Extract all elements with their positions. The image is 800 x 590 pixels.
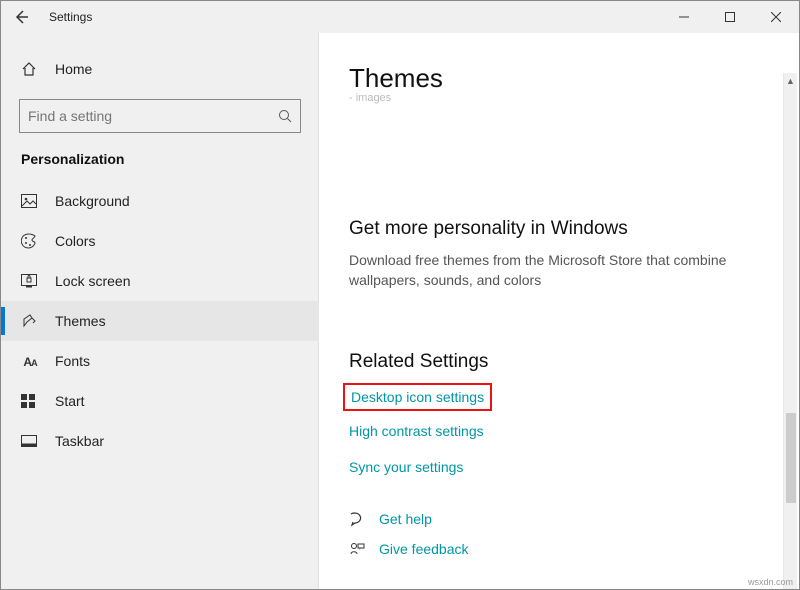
sidebar-item-lock-screen[interactable]: Lock screen — [1, 261, 319, 301]
scrollbar-thumb[interactable] — [786, 413, 796, 503]
themes-icon — [21, 313, 39, 329]
link-sync-your-settings[interactable]: Sync your settings — [349, 459, 463, 475]
search-icon — [278, 109, 292, 123]
window-title: Settings — [41, 10, 92, 24]
link-desktop-icon-settings[interactable]: Desktop icon settings — [343, 383, 492, 411]
home-icon — [21, 61, 39, 77]
home-label: Home — [55, 61, 92, 77]
title-bar: Settings — [1, 1, 799, 33]
scroll-up-arrow-icon[interactable]: ▲ — [784, 73, 797, 89]
main-content: Themes - images Get more personality in … — [319, 33, 799, 589]
subtle-images-text: - images — [349, 92, 769, 104]
getmore-body: Download free themes from the Microsoft … — [349, 250, 749, 291]
page-title: Themes — [349, 63, 769, 94]
getmore-heading: Get more personality in Windows — [349, 218, 769, 240]
back-arrow-icon — [13, 9, 29, 25]
maximize-icon — [725, 12, 735, 22]
sidebar-item-label: Colors — [55, 233, 95, 249]
get-help-link[interactable]: Get help — [349, 511, 769, 527]
sidebar-item-taskbar[interactable]: Taskbar — [1, 421, 319, 461]
settings-window: Settings Home — [0, 0, 800, 590]
taskbar-icon — [21, 435, 39, 447]
window-body: Home Personalization Background Colo — [1, 33, 799, 589]
sidebar-item-label: Fonts — [55, 353, 90, 369]
sidebar-item-background[interactable]: Background — [1, 181, 319, 221]
feedback-icon — [349, 541, 367, 557]
fonts-icon: AA — [21, 353, 39, 369]
related-settings-heading: Related Settings — [349, 351, 769, 373]
sidebar-item-themes[interactable]: Themes — [1, 301, 319, 341]
sidebar: Home Personalization Background Colo — [1, 33, 319, 589]
search-input[interactable] — [28, 108, 278, 124]
maximize-button[interactable] — [707, 1, 753, 33]
sidebar-item-label: Taskbar — [55, 433, 104, 449]
get-help-label: Get help — [379, 511, 432, 527]
close-icon — [771, 12, 781, 22]
sidebar-item-label: Background — [55, 193, 130, 209]
minimize-icon — [679, 12, 689, 22]
category-header: Personalization — [1, 151, 319, 181]
sidebar-item-label: Themes — [55, 313, 106, 329]
scroll-down-arrow-icon[interactable]: ▼ — [784, 587, 797, 589]
link-high-contrast-settings[interactable]: High contrast settings — [349, 423, 484, 439]
start-icon — [21, 394, 39, 408]
vertical-scrollbar[interactable]: ▲ ▼ — [783, 73, 797, 589]
get-help-icon — [349, 511, 367, 527]
picture-icon — [21, 194, 39, 208]
minimize-button[interactable] — [661, 1, 707, 33]
palette-icon — [21, 233, 39, 249]
sidebar-item-fonts[interactable]: AA Fonts — [1, 341, 319, 381]
watermark: wsxdn.com — [748, 577, 793, 587]
sidebar-item-label: Lock screen — [55, 273, 130, 289]
give-feedback-link[interactable]: Give feedback — [349, 541, 769, 557]
sidebar-item-start[interactable]: Start — [1, 381, 319, 421]
window-controls — [661, 1, 799, 33]
lock-screen-icon — [21, 274, 39, 288]
back-button[interactable] — [1, 1, 41, 33]
sidebar-item-label: Start — [55, 393, 85, 409]
sidebar-item-colors[interactable]: Colors — [1, 221, 319, 261]
close-button[interactable] — [753, 1, 799, 33]
search-box[interactable] — [19, 99, 301, 133]
home-nav[interactable]: Home — [1, 53, 319, 85]
give-feedback-label: Give feedback — [379, 541, 469, 557]
